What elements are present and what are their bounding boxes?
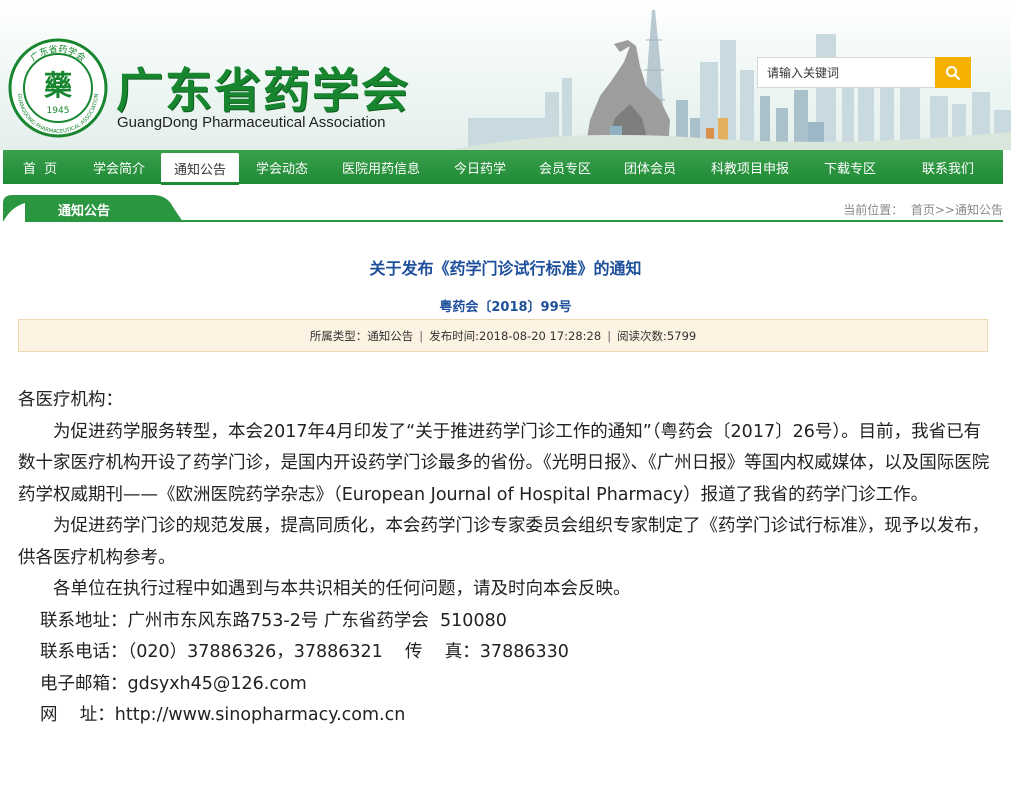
main-nav: 首 页 学会简介 通知公告 学会动态 医院用药信息 今日药学 会员专区 团体会员…: [3, 150, 1003, 185]
nav-item-members[interactable]: 会员专区: [523, 150, 607, 184]
meta-publish-time: 发布时间:2018-08-20 17:28:28: [429, 328, 602, 343]
search-box: [757, 57, 971, 88]
article-body: 各医疗机构： 为促进药学服务转型，本会2017年4月印发了“关于推进药学门诊工作…: [18, 385, 990, 732]
meta-separator: |: [607, 328, 612, 343]
nav-item-group-members[interactable]: 团体会员: [607, 150, 693, 184]
contact-phone: 联系电话：（020）37886326，37886321 传 真：37886330: [40, 642, 569, 662]
contact-website: 网 址：http://www.sinopharmacy.com.cn: [40, 705, 406, 725]
nav-item-hospital-drug-info[interactable]: 医院用药信息: [325, 150, 437, 184]
site-title: 广东省药学会: [116, 64, 410, 119]
meta-separator: |: [419, 328, 424, 343]
search-input[interactable]: [758, 58, 936, 87]
nav-item-downloads[interactable]: 下载专区: [807, 150, 893, 184]
association-seal-logo: 广东省药学会 GUANGDONG PHARMACEUTICAL ASSOCIAT…: [8, 38, 108, 138]
article-doc-number: 粤药会〔2018〕99号: [439, 300, 572, 315]
svg-text:藥: 藥: [43, 69, 72, 102]
nav-item-news[interactable]: 学会动态: [239, 150, 325, 184]
search-icon: [946, 65, 961, 80]
nav-item-about[interactable]: 学会简介: [77, 150, 161, 184]
svg-text:1945: 1945: [47, 106, 70, 116]
article-salutation: 各医疗机构：: [18, 390, 123, 410]
meta-category: 所属类型：通知公告: [309, 328, 414, 343]
site-header: 广东省药学会 GUANGDONG PHARMACEUTICAL ASSOCIAT…: [0, 0, 1011, 150]
site-subtitle: GuangDong Pharmaceutical Association: [117, 114, 386, 131]
search-button[interactable]: [935, 57, 971, 88]
breadcrumb[interactable]: 当前位置： 首页>>通知公告: [843, 201, 1003, 218]
article-paragraph: 为促进药学门诊的规范发展，提高同质化，本会药学门诊专家委员会组织专家制定了《药学…: [18, 516, 990, 568]
nav-item-pharmacy-today[interactable]: 今日药学: [437, 150, 523, 184]
nav-item-notices[interactable]: 通知公告: [161, 153, 239, 185]
section-bar: 通知公告 当前位置： 首页>>通知公告: [3, 195, 1003, 222]
meta-view-count: 阅读次数:5799: [617, 328, 697, 343]
article-meta-bar: 所属类型：通知公告 | 发布时间:2018-08-20 17:28:28 | 阅…: [18, 319, 988, 352]
article-title: 关于发布《药学门诊试行标准》的通知: [369, 259, 642, 278]
article-paragraph: 各单位在执行过程中如遇到与本共识相关的任何问题，请及时向本会反映。: [53, 579, 631, 599]
contact-email: 电子邮箱：gdsyxh45@126.com: [40, 673, 307, 694]
contact-address: 联系地址：广州市东风东路753-2号 广东省药学会 510080: [40, 610, 507, 631]
nav-item-home[interactable]: 首 页: [3, 150, 77, 184]
nav-item-research-projects[interactable]: 科教项目申报: [693, 150, 807, 184]
section-tab-label: 通知公告: [58, 204, 111, 219]
article-paragraph: 为促进药学服务转型，本会2017年4月印发了“关于推进药学门诊工作的通知”（粤药…: [18, 421, 990, 505]
nav-item-contact[interactable]: 联系我们: [893, 150, 1003, 184]
